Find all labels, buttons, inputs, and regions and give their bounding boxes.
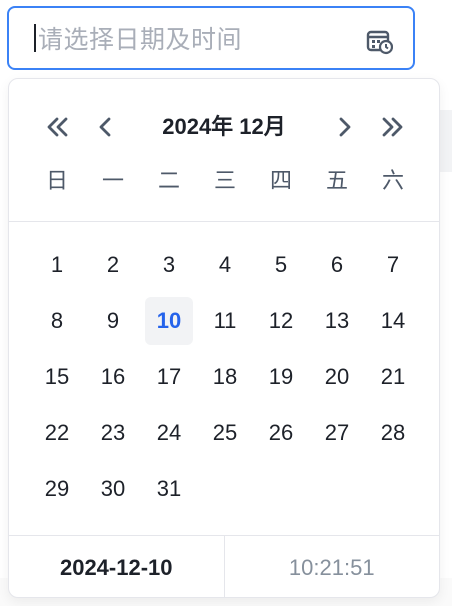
day-number: 14: [380, 308, 406, 333]
day-grid: 1 2 3 4 5 6 7 8 9 10 11 12 13 14 15 16 17 18 19 20 21 22 23 24 2…: [29, 237, 421, 517]
day-cell[interactable]: 14: [365, 293, 421, 349]
day-cell[interactable]: 27: [309, 405, 365, 461]
day-cell[interactable]: 2: [85, 237, 141, 293]
day-number: 9: [106, 308, 120, 333]
day-number: 29: [44, 476, 70, 501]
month-year-title[interactable]: 2024年 12月: [9, 111, 439, 143]
calendar-clock-icon[interactable]: [365, 27, 394, 55]
selected-date-value[interactable]: 2024-12-10: [9, 536, 225, 597]
day-number: 2: [106, 252, 120, 277]
day-number: 18: [212, 364, 238, 389]
weekday-label: 日: [45, 168, 68, 193]
day-cell[interactable]: 15: [29, 349, 85, 405]
day-cell[interactable]: 13: [309, 293, 365, 349]
calendar-panel: 2024年 12月 日一二三四五六 1 2 3 4 5 6 7 8 9 10 11 12 13 14 15 1…: [8, 78, 440, 598]
day-number: 5: [274, 252, 288, 277]
day-number: 6: [330, 252, 344, 277]
day-cell[interactable]: 22: [29, 405, 85, 461]
weekday-label: 一: [101, 168, 124, 193]
day-number: 20: [324, 364, 350, 389]
day-cell-today[interactable]: 10: [141, 293, 197, 349]
day-cell[interactable]: 12: [253, 293, 309, 349]
next-month-button[interactable]: [329, 111, 361, 143]
day-number: 22: [44, 420, 70, 445]
day-cell[interactable]: 26: [253, 405, 309, 461]
day-number: 8: [50, 308, 64, 333]
weekday-label: 五: [325, 168, 348, 193]
day-cell[interactable]: 4: [197, 237, 253, 293]
day-cell[interactable]: 3: [141, 237, 197, 293]
chevron-right-icon: [339, 117, 351, 137]
day-cell[interactable]: 18: [197, 349, 253, 405]
day-number: 31: [156, 476, 182, 501]
day-number: 7: [386, 252, 400, 277]
text-caret: [34, 24, 36, 52]
day-number: 27: [324, 420, 350, 445]
calendar-footer: 2024-12-10 10:21:51: [9, 535, 440, 597]
weekday-label: 四: [269, 168, 292, 193]
day-cell[interactable]: 9: [85, 293, 141, 349]
day-number: 26: [268, 420, 294, 445]
day-cell[interactable]: 24: [141, 405, 197, 461]
day-number: 23: [100, 420, 126, 445]
day-cell[interactable]: 25: [197, 405, 253, 461]
day-cell[interactable]: 6: [309, 237, 365, 293]
day-cell[interactable]: 8: [29, 293, 85, 349]
calendar-header: 2024年 12月: [9, 79, 439, 175]
weekday-label: 二: [157, 168, 180, 193]
day-number: 16: [100, 364, 126, 389]
day-number: 25: [212, 420, 238, 445]
weekday-header-row: 日一二三四五六: [29, 165, 421, 197]
day-number: 19: [268, 364, 294, 389]
day-number: 28: [380, 420, 406, 445]
day-number: 12: [268, 308, 294, 333]
day-cell[interactable]: 30: [85, 461, 141, 517]
day-number: 21: [380, 364, 406, 389]
day-cell[interactable]: 28: [365, 405, 421, 461]
weekday-label: 六: [381, 168, 404, 193]
day-cell[interactable]: 7: [365, 237, 421, 293]
day-number: 1: [50, 252, 64, 277]
datetime-input[interactable]: 请选择日期及时间: [7, 6, 415, 70]
selected-time-value[interactable]: 10:21:51: [225, 536, 440, 597]
day-cell[interactable]: 5: [253, 237, 309, 293]
day-cell[interactable]: 1: [29, 237, 85, 293]
day-number: 3: [162, 252, 176, 277]
day-cell[interactable]: 20: [309, 349, 365, 405]
next-year-button[interactable]: [377, 111, 409, 143]
day-number: 10: [145, 297, 193, 345]
day-cell[interactable]: 31: [141, 461, 197, 517]
double-chevron-right-icon: [382, 117, 403, 137]
day-cell[interactable]: 21: [365, 349, 421, 405]
day-number: 24: [156, 420, 182, 445]
weekday-label: 三: [213, 168, 236, 193]
day-cell[interactable]: 11: [197, 293, 253, 349]
input-placeholder: 请选择日期及时间: [38, 26, 243, 54]
day-cell[interactable]: 29: [29, 461, 85, 517]
day-number: 15: [44, 364, 70, 389]
day-cell[interactable]: 16: [85, 349, 141, 405]
day-number: 11: [213, 308, 237, 333]
day-number: 13: [324, 308, 350, 333]
day-number: 30: [100, 476, 126, 501]
day-cell[interactable]: 17: [141, 349, 197, 405]
day-cell[interactable]: 23: [85, 405, 141, 461]
day-number: 17: [156, 364, 182, 389]
day-number: 4: [218, 252, 232, 277]
header-divider: [9, 221, 439, 222]
day-cell[interactable]: 19: [253, 349, 309, 405]
